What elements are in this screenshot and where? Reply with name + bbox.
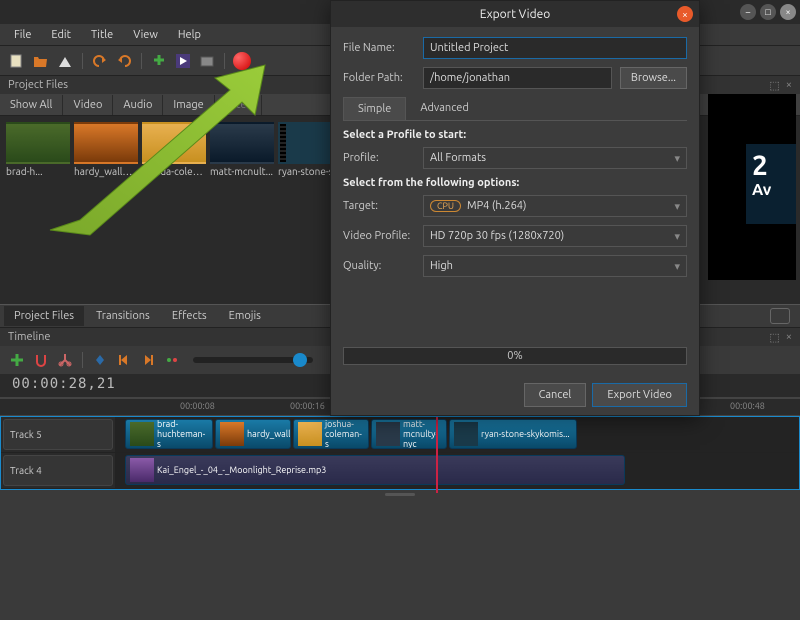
dock-detach-icon[interactable]: ⬚	[769, 79, 779, 92]
preview-content: 2 Av	[746, 144, 796, 224]
export-video-button[interactable]	[233, 52, 251, 70]
timeline-close-icon[interactable]: ×	[786, 331, 792, 344]
track-header[interactable]: Track 5	[3, 419, 113, 450]
export-video-confirm-button[interactable]: Export Video	[592, 383, 687, 407]
playhead[interactable]	[436, 417, 438, 493]
resize-handle[interactable]	[0, 490, 800, 498]
zoom-slider[interactable]	[193, 357, 313, 363]
save-project-icon[interactable]	[56, 52, 74, 70]
zoom-slider-handle[interactable]	[293, 353, 307, 367]
dock-close-icon[interactable]: ×	[786, 79, 792, 92]
timeline-clip[interactable]: joshua-coleman-s	[293, 419, 369, 449]
tab-advanced[interactable]: Advanced	[406, 97, 482, 120]
menu-view[interactable]: View	[125, 26, 166, 44]
export-video-dialog: Export Video × File Name: Folder Path: B…	[330, 0, 700, 416]
filename-input[interactable]	[423, 37, 687, 59]
video-profile-select[interactable]: HD 720p 30 fps (1280x720)	[423, 225, 687, 247]
timeline-track[interactable]: Track 5 brad-huchteman-s hardy_wallpaper…	[1, 417, 799, 453]
window-maximize-button[interactable]: □	[760, 4, 776, 20]
project-files-label: Project Files	[8, 79, 68, 91]
timeline-track[interactable]: Track 4 Kai_Engel_-_04_-_Moonlight_Repri…	[1, 453, 799, 489]
dialog-close-button[interactable]: ×	[677, 6, 693, 22]
quality-select[interactable]: High	[423, 255, 687, 277]
dialog-titlebar[interactable]: Export Video ×	[331, 1, 699, 27]
import-files-icon[interactable]	[150, 52, 168, 70]
prev-marker-icon[interactable]	[115, 351, 133, 369]
filter-image[interactable]: Image	[163, 95, 214, 115]
menu-file[interactable]: File	[6, 26, 39, 44]
redo-icon[interactable]	[115, 52, 133, 70]
filter-video[interactable]: Video	[63, 95, 113, 115]
timeline-clip[interactable]: brad-huchteman-s	[125, 419, 213, 449]
target-select[interactable]: CPUMP4 (h.264)	[423, 195, 687, 217]
open-project-icon[interactable]	[32, 52, 50, 70]
filter-show-all[interactable]: Show All	[0, 95, 63, 115]
window-minimize-button[interactable]: –	[740, 4, 756, 20]
profile-select[interactable]: All Formats	[423, 147, 687, 169]
menu-title[interactable]: Title	[83, 26, 121, 44]
play-icon[interactable]	[174, 52, 192, 70]
track-header[interactable]: Track 4	[3, 455, 113, 486]
timeline-tracks[interactable]: Track 5 brad-huchteman-s hardy_wallpaper…	[0, 416, 800, 490]
snapshot-icon[interactable]	[770, 308, 790, 324]
add-track-icon[interactable]	[8, 351, 26, 369]
add-marker-icon[interactable]	[91, 351, 109, 369]
track-body[interactable]: Kai_Engel_-_04_-_Moonlight_Reprise.mp3	[115, 453, 799, 488]
project-file-item[interactable]: joshua-colem...	[142, 122, 206, 179]
browse-button[interactable]: Browse...	[620, 67, 687, 89]
timeline-clip[interactable]: ryan-stone-skykomis...	[449, 419, 577, 449]
project-file-item[interactable]: brad-h...	[6, 122, 70, 179]
center-playhead-icon[interactable]	[163, 351, 181, 369]
filter-search-input[interactable]: Filter	[215, 95, 262, 115]
tab-transitions[interactable]: Transitions	[86, 306, 160, 326]
menu-edit[interactable]: Edit	[43, 26, 79, 44]
timeline-label: Timeline	[8, 331, 51, 343]
undo-icon[interactable]	[91, 52, 109, 70]
new-project-icon[interactable]	[8, 52, 26, 70]
profile-label: Profile:	[343, 152, 415, 164]
timeline-detach-icon[interactable]: ⬚	[769, 331, 779, 344]
window-close-button[interactable]: ×	[780, 4, 796, 20]
filename-label: File Name:	[343, 42, 415, 54]
tab-emojis[interactable]: Emojis	[219, 306, 271, 326]
tab-effects[interactable]: Effects	[162, 306, 217, 326]
cpu-badge: CPU	[430, 200, 461, 212]
video-profile-label: Video Profile:	[343, 230, 415, 242]
menu-help[interactable]: Help	[170, 26, 209, 44]
project-file-item[interactable]: matt-mcnult...	[210, 122, 274, 179]
cancel-button[interactable]: Cancel	[524, 383, 587, 407]
timecode-display: 00:00:28,21	[12, 376, 116, 392]
options-section-label: Select from the following options:	[343, 177, 687, 189]
dialog-title: Export Video	[480, 8, 551, 21]
profile-section-label: Select a Profile to start:	[343, 129, 687, 141]
tab-project-files[interactable]: Project Files	[4, 306, 84, 326]
screenshot-icon[interactable]	[198, 52, 216, 70]
timeline-clip[interactable]: hardy_wallpaper_	[215, 419, 291, 449]
export-tabs: Simple Advanced	[343, 97, 687, 121]
track-body[interactable]: brad-huchteman-s hardy_wallpaper_ joshua…	[115, 417, 799, 452]
tab-simple[interactable]: Simple	[343, 97, 406, 120]
razor-icon[interactable]	[56, 351, 74, 369]
video-preview[interactable]: 2 Av	[708, 94, 796, 280]
filter-audio[interactable]: Audio	[113, 95, 163, 115]
next-marker-icon[interactable]	[139, 351, 157, 369]
target-label: Target:	[343, 200, 415, 212]
export-progress-bar: 0%	[343, 347, 687, 365]
snap-icon[interactable]	[32, 351, 50, 369]
quality-label: Quality:	[343, 260, 415, 272]
folder-path-label: Folder Path:	[343, 72, 415, 84]
timeline-clip[interactable]: Kai_Engel_-_04_-_Moonlight_Reprise.mp3	[125, 455, 625, 485]
project-file-item[interactable]: hardy_wallpa...	[74, 122, 138, 179]
folder-path-input[interactable]	[423, 67, 612, 89]
